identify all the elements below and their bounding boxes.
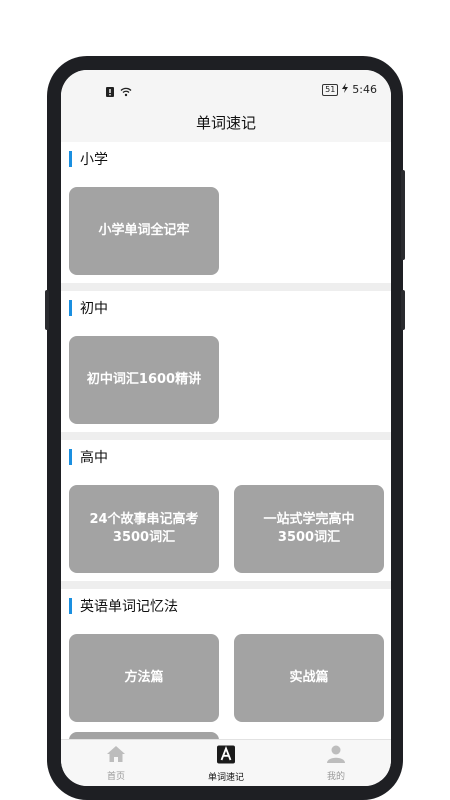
course-card-label: 24个故事串记高考3500词汇 xyxy=(89,512,199,545)
section-divider xyxy=(61,283,391,291)
charging-icon xyxy=(342,83,349,96)
section-junior-high: 初中 初中词汇1600精讲 xyxy=(61,291,391,424)
bottom-tab-bar: 首页 单词速记 我的 xyxy=(61,739,391,786)
section-accent-bar xyxy=(69,598,72,614)
tab-profile[interactable]: 我的 xyxy=(281,740,391,786)
course-list[interactable]: 小学 小学单词全记牢 初中 初中词汇1600精讲 高中 24个故事串记高考350 xyxy=(61,142,391,739)
tab-label: 单词速记 xyxy=(207,772,244,783)
section-header: 初中 xyxy=(61,291,391,325)
phone-screen: 51 5:46 单词速记 小学 小学单词全记牢 初中 初中词汇1600精讲 高中… xyxy=(61,70,391,786)
section-title: 英语单词记忆法 xyxy=(80,599,178,615)
section-header: 高中 xyxy=(61,440,391,474)
section-accent-bar xyxy=(69,300,72,316)
tab-word-memorize[interactable]: 单词速记 xyxy=(171,740,281,786)
section-title: 高中 xyxy=(80,450,108,466)
side-button-left xyxy=(45,290,49,330)
section-divider xyxy=(61,581,391,589)
tab-label: 首页 xyxy=(106,772,125,782)
section-primary: 小学 小学单词全记牢 xyxy=(61,142,391,275)
person-icon xyxy=(326,745,346,767)
course-card-label: 方法篇 xyxy=(124,670,164,685)
section-accent-bar xyxy=(69,449,72,465)
course-card[interactable]: 一站式学完高中3500词汇 xyxy=(234,485,384,573)
tab-home[interactable]: 首页 xyxy=(61,740,171,786)
status-bar: 51 5:46 xyxy=(61,70,391,104)
course-card[interactable]: 小学单词全记牢 xyxy=(69,187,219,275)
status-time: 5:46 xyxy=(352,83,377,96)
course-card-label: 实战篇 xyxy=(289,670,329,685)
side-button-right-top xyxy=(401,170,405,260)
section-accent-bar xyxy=(69,151,72,167)
course-card[interactable]: 实战篇 xyxy=(234,634,384,722)
course-card[interactable]: 24个故事串记高考3500词汇 xyxy=(69,485,219,573)
section-memory-method: 英语单词记忆法 方法篇 实战篇 xyxy=(61,589,391,739)
course-card[interactable]: 方法篇 xyxy=(69,634,219,722)
course-card[interactable]: 初中词汇1600精讲 xyxy=(69,336,219,424)
section-title: 初中 xyxy=(80,301,108,317)
section-divider xyxy=(61,432,391,440)
side-button-right-bottom xyxy=(401,290,405,330)
course-card-partial[interactable] xyxy=(69,732,219,739)
home-icon xyxy=(106,745,126,767)
tab-label: 我的 xyxy=(326,772,345,782)
sim-alert-icon xyxy=(106,82,114,101)
wifi-icon xyxy=(120,82,132,101)
letter-a-icon xyxy=(216,745,236,768)
course-card-label: 一站式学完高中3500词汇 xyxy=(263,512,355,545)
course-card-label: 小学单词全记牢 xyxy=(98,223,190,238)
section-senior-high: 高中 24个故事串记高考3500词汇 一站式学完高中3500词汇 xyxy=(61,440,391,573)
battery-icon: 51 xyxy=(322,83,339,96)
section-header: 英语单词记忆法 xyxy=(61,589,391,623)
section-title: 小学 xyxy=(80,152,108,168)
section-header: 小学 xyxy=(61,142,391,176)
app-bar: 单词速记 xyxy=(61,104,391,142)
course-card-label: 初中词汇1600精讲 xyxy=(86,372,202,387)
page-title: 单词速记 xyxy=(195,114,256,132)
